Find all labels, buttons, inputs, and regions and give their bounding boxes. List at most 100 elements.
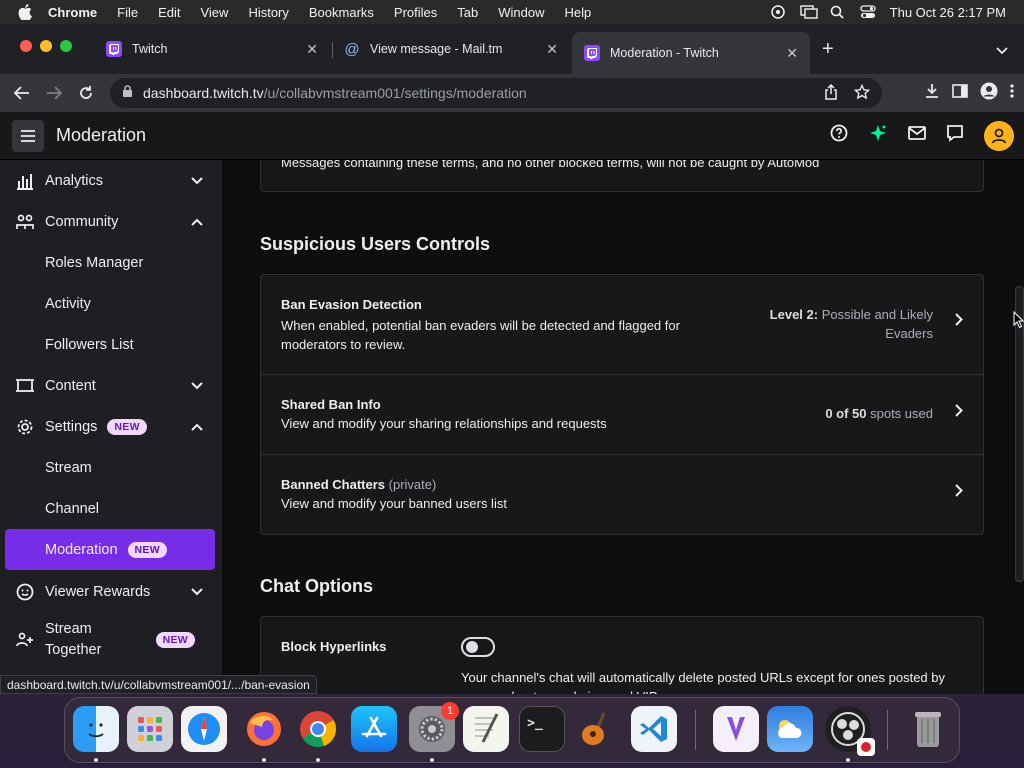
close-tab-icon[interactable]: ✕ bbox=[786, 45, 798, 62]
download-icon[interactable] bbox=[924, 83, 940, 104]
close-window-button[interactable] bbox=[20, 40, 32, 52]
banned-chatters-row[interactable]: Banned Chatters (private) View and modif… bbox=[261, 455, 983, 535]
share-icon[interactable] bbox=[824, 83, 838, 103]
menu-file[interactable]: File bbox=[117, 5, 138, 20]
finder-icon[interactable] bbox=[73, 706, 119, 752]
tab-mail[interactable]: @ View message - Mail.tm ✕ bbox=[332, 32, 570, 66]
menu-window[interactable]: Window bbox=[498, 5, 544, 20]
tab-title: View message - Mail.tm bbox=[370, 42, 503, 56]
whispers-icon[interactable] bbox=[946, 124, 964, 147]
shared-ban-info-row[interactable]: Shared Ban Info View and modify your sha… bbox=[261, 375, 983, 455]
menu-tab[interactable]: Tab bbox=[457, 5, 478, 20]
sidebar-item-moderation[interactable]: Moderation NEW bbox=[5, 529, 215, 570]
bookmark-star-icon[interactable] bbox=[853, 83, 871, 103]
trash-icon[interactable] bbox=[905, 706, 951, 752]
chrome-menu-icon[interactable] bbox=[1010, 83, 1014, 103]
chevron-down-icon bbox=[191, 378, 203, 394]
system-settings-icon[interactable]: 1 bbox=[409, 702, 459, 752]
app-store-icon[interactable] bbox=[351, 706, 397, 752]
sidebar-item-channel[interactable]: Channel bbox=[5, 488, 215, 529]
tab-search-chevron-icon[interactable] bbox=[996, 42, 1008, 60]
firefox-icon[interactable] bbox=[241, 706, 287, 752]
menu-history[interactable]: History bbox=[248, 5, 288, 20]
forward-arrow-icon[interactable] bbox=[40, 79, 68, 107]
sidebar-item-community[interactable]: Community bbox=[5, 201, 215, 242]
garageband-icon[interactable] bbox=[573, 706, 619, 752]
mail-icon[interactable] bbox=[908, 126, 926, 145]
weather-icon[interactable] bbox=[767, 706, 813, 752]
sidebar-item-label: Settings bbox=[45, 418, 98, 435]
sidebar-item-roles-manager[interactable]: Roles Manager bbox=[5, 242, 215, 283]
visual-studio-icon[interactable] bbox=[713, 706, 759, 752]
sidebar-item-analytics[interactable]: Analytics bbox=[5, 160, 215, 201]
tab-strip: Twitch ✕ @ View message - Mail.tm ✕ Mode… bbox=[0, 24, 1024, 74]
lock-icon[interactable] bbox=[122, 85, 133, 101]
block-hyperlinks-toggle[interactable] bbox=[461, 637, 495, 657]
launchpad-icon[interactable] bbox=[127, 706, 173, 752]
sidebar-item-activity[interactable]: Activity bbox=[5, 283, 215, 324]
tab-moderation[interactable]: Moderation - Twitch ✕ bbox=[572, 32, 810, 74]
menu-help[interactable]: Help bbox=[565, 5, 592, 20]
menu-view[interactable]: View bbox=[200, 5, 228, 20]
obs-studio-icon[interactable] bbox=[825, 706, 875, 756]
sidebar-item-label: Activity bbox=[45, 295, 91, 312]
close-tab-icon[interactable]: ✕ bbox=[306, 41, 318, 58]
menubar-clock[interactable]: Thu Oct 26 2:17 PM bbox=[890, 5, 1006, 20]
control-center-icon[interactable] bbox=[860, 5, 876, 19]
chevron-right-icon bbox=[955, 404, 963, 422]
menu-profiles[interactable]: Profiles bbox=[394, 5, 437, 20]
toggle-knob bbox=[466, 641, 478, 653]
new-badge: NEW bbox=[107, 418, 147, 435]
menu-app-name[interactable]: Chrome bbox=[48, 5, 97, 20]
automod-note: Messages containing these terms, and no … bbox=[281, 160, 820, 170]
minimize-window-button[interactable] bbox=[40, 40, 52, 52]
terminal-icon[interactable]: >_ bbox=[519, 706, 565, 752]
notification-badge: 1 bbox=[441, 702, 459, 720]
twitch-top-nav: Moderation bbox=[0, 112, 1024, 160]
browser-toolbar: dashboard.twitch.tv/u/collabvmstream001/… bbox=[0, 74, 1024, 112]
spotlight-search-icon[interactable] bbox=[830, 5, 846, 19]
safari-icon[interactable] bbox=[181, 706, 227, 752]
sidebar-item-viewer-rewards[interactable]: Viewer Rewards bbox=[5, 571, 215, 612]
twitch-favicon-icon bbox=[584, 45, 600, 61]
chevron-up-icon bbox=[191, 214, 203, 230]
zoom-window-button[interactable] bbox=[60, 40, 72, 52]
menu-bookmarks[interactable]: Bookmarks bbox=[309, 5, 374, 20]
running-indicator bbox=[94, 758, 98, 762]
sidebar-item-settings[interactable]: Settings NEW bbox=[5, 406, 215, 447]
back-arrow-icon[interactable] bbox=[8, 79, 36, 107]
reload-icon[interactable] bbox=[72, 79, 100, 107]
vscode-icon[interactable] bbox=[631, 706, 677, 752]
new-tab-icon[interactable]: + bbox=[822, 38, 834, 61]
row-value: 0 of 50 spots used bbox=[825, 404, 933, 423]
sidebar-item-label: Channel bbox=[45, 500, 100, 517]
row-title: Shared Ban Info bbox=[281, 397, 381, 412]
tab-twitch[interactable]: Twitch ✕ bbox=[94, 32, 330, 66]
ban-evasion-row[interactable]: Ban Evasion Detection When enabled, pote… bbox=[261, 275, 983, 375]
creative-cloud-icon[interactable] bbox=[770, 5, 786, 19]
sidebar-item-stream[interactable]: Stream bbox=[5, 447, 215, 488]
chevron-up-icon bbox=[191, 419, 203, 435]
community-icon bbox=[15, 212, 35, 232]
sidebar-item-content[interactable]: Content bbox=[5, 365, 215, 406]
apple-menu-icon[interactable] bbox=[18, 4, 34, 21]
close-tab-icon[interactable]: ✕ bbox=[546, 41, 558, 58]
sparkle-icon[interactable] bbox=[868, 123, 888, 148]
sidebar-item-stream-together[interactable]: Stream Together NEW bbox=[5, 612, 215, 668]
value-text: Possible and Likely Evaders bbox=[818, 307, 933, 341]
dashboard-sidebar: Analytics Community Roles Manager Activi… bbox=[0, 160, 222, 694]
textedit-icon[interactable] bbox=[463, 706, 509, 752]
sidebar-item-label: Content bbox=[45, 377, 96, 394]
profile-icon[interactable] bbox=[980, 82, 998, 105]
chrome-icon[interactable] bbox=[295, 706, 341, 752]
menu-hamburger-icon[interactable] bbox=[12, 119, 44, 152]
menu-edit[interactable]: Edit bbox=[158, 5, 180, 20]
url-host: dashboard.twitch.tv bbox=[143, 85, 264, 101]
user-avatar[interactable] bbox=[984, 120, 1014, 151]
sidebar-item-followers-list[interactable]: Followers List bbox=[5, 324, 215, 365]
address-bar[interactable]: dashboard.twitch.tv/u/collabvmstream001/… bbox=[110, 78, 882, 108]
side-panel-icon[interactable] bbox=[952, 83, 968, 103]
help-icon[interactable] bbox=[830, 124, 848, 147]
screen-mirroring-icon[interactable] bbox=[799, 5, 818, 19]
tab-title: Moderation - Twitch bbox=[610, 46, 719, 60]
